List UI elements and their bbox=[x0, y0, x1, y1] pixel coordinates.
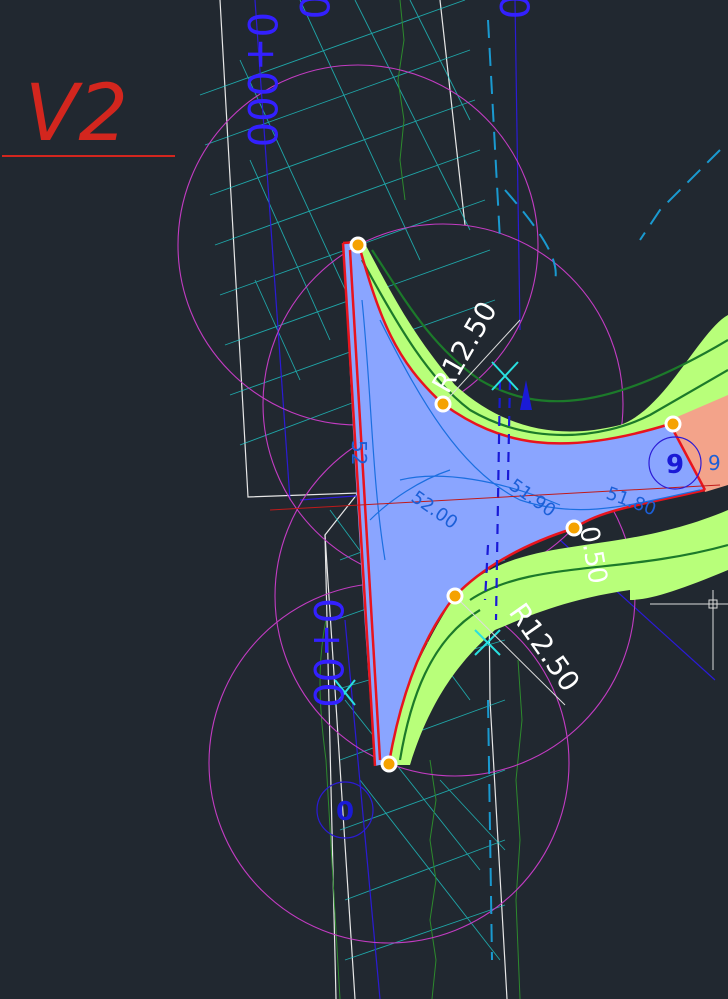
cursor-crosshair bbox=[650, 590, 728, 670]
station-label-top: 0+000 bbox=[238, 12, 284, 147]
station-fragment-left: 0 bbox=[290, 0, 336, 19]
version-note: V2 bbox=[2, 69, 175, 159]
marker-label-bottom-left: 0 bbox=[336, 797, 354, 827]
marker-label-right: 9 bbox=[666, 450, 684, 480]
direction-arrow-icon bbox=[520, 380, 532, 410]
cad-drawing-viewport[interactable]: V2 0+000 0+00 0 0 R12.50 R12.50 0.50 52.… bbox=[0, 0, 728, 999]
control-point-3[interactable] bbox=[664, 415, 682, 433]
version-note-text: V2 bbox=[25, 69, 128, 159]
station-fragment-right: 0 bbox=[490, 0, 536, 19]
control-point-5[interactable] bbox=[446, 587, 464, 605]
elevation-label-d: 52 bbox=[347, 440, 371, 465]
marker-label-edge: 9 bbox=[708, 451, 721, 475]
control-point-1[interactable] bbox=[349, 236, 367, 254]
control-point-6[interactable] bbox=[380, 755, 398, 773]
radius-label-lower: R12.50 bbox=[502, 597, 586, 698]
station-label-lower: 0+00 bbox=[304, 598, 350, 708]
control-point-2[interactable] bbox=[434, 395, 452, 413]
